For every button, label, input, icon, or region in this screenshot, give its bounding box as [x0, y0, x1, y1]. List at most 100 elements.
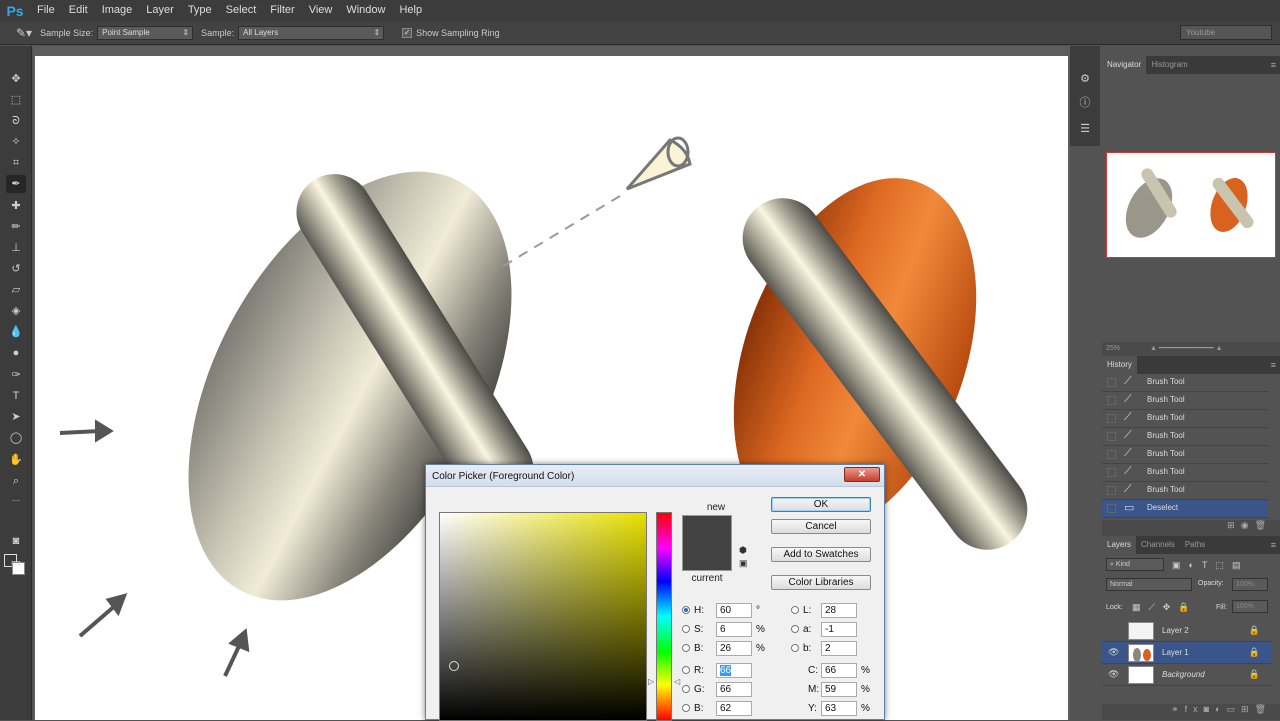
- more-tools-icon[interactable]: ⋯: [6, 492, 26, 510]
- brush-tool-icon[interactable]: ✏: [6, 218, 26, 236]
- tab-layers[interactable]: Layers: [1102, 536, 1137, 554]
- marquee-tool-icon[interactable]: ⬚: [6, 91, 26, 109]
- ok-button[interactable]: OK: [771, 497, 871, 512]
- snapshot-icon[interactable]: ◉: [1241, 520, 1255, 530]
- menu-help[interactable]: Help: [392, 0, 429, 21]
- saturation-input[interactable]: 6: [716, 622, 752, 637]
- tab-navigator[interactable]: Navigator: [1102, 56, 1147, 74]
- visibility-toggle[interactable]: ▢: [1108, 625, 1117, 636]
- fx-icon[interactable]: fx: [1185, 704, 1204, 714]
- layer-row[interactable]: 👁 Background 🔒: [1102, 664, 1272, 686]
- move-tool-icon[interactable]: ✥: [6, 70, 26, 88]
- magic-wand-tool-icon[interactable]: ✧: [6, 133, 26, 151]
- history-item[interactable]: ⟋ Brush Tool: [1102, 410, 1268, 428]
- red-radio[interactable]: [682, 666, 690, 674]
- link-icon[interactable]: ⚭: [1171, 704, 1185, 714]
- brightness-radio[interactable]: [682, 644, 690, 652]
- red-input[interactable]: 66: [716, 663, 752, 678]
- hue-slider-right-arrow[interactable]: ◁: [674, 677, 680, 686]
- menu-view[interactable]: View: [302, 0, 340, 21]
- zoom-tool-icon[interactable]: ⌕: [6, 472, 26, 490]
- delete-layer-icon[interactable]: 🗑: [1255, 704, 1272, 714]
- pen-tool-icon[interactable]: ✑: [6, 366, 26, 384]
- history-item[interactable]: ⟋ Brush Tool: [1102, 374, 1268, 392]
- hand-tool-icon[interactable]: ✋: [6, 451, 26, 469]
- yellow-input[interactable]: 63: [821, 701, 857, 716]
- menu-layer[interactable]: Layer: [139, 0, 181, 21]
- color-cursor[interactable]: [449, 661, 459, 671]
- layer-row-selected[interactable]: 👁 Layer 1 🔒: [1102, 642, 1272, 664]
- adjustment-icon[interactable]: ◐: [1215, 704, 1226, 714]
- lab-b-input[interactable]: 2: [821, 641, 857, 656]
- lasso-tool-icon[interactable]: ᘐ: [6, 112, 26, 130]
- lock-icons[interactable]: ▦⟋✥🔒: [1132, 602, 1198, 613]
- quick-mask-icon[interactable]: ◙: [6, 532, 26, 550]
- cyan-input[interactable]: 66: [821, 663, 857, 678]
- workspace-select[interactable]: Youtube: [1180, 25, 1272, 40]
- green-radio[interactable]: [682, 685, 690, 693]
- magenta-input[interactable]: 59: [821, 682, 857, 697]
- lab-l-radio[interactable]: [791, 606, 799, 614]
- trash-icon[interactable]: 🗑: [1255, 520, 1272, 530]
- hue-slider[interactable]: [656, 512, 672, 721]
- blue-radio[interactable]: [682, 704, 690, 712]
- lab-a-radio[interactable]: [791, 625, 799, 633]
- tab-history[interactable]: History: [1102, 356, 1137, 374]
- ellipse-tool-icon[interactable]: ◯: [6, 429, 26, 447]
- panel-menu-icon[interactable]: ≡: [1271, 56, 1276, 74]
- tab-channels[interactable]: Channels: [1136, 536, 1180, 554]
- type-tool-icon[interactable]: T: [6, 387, 26, 405]
- blur-tool-icon[interactable]: 💧: [6, 323, 26, 341]
- layer-filter-icons[interactable]: ▣◐T⬚▤: [1172, 560, 1248, 571]
- eraser-tool-icon[interactable]: ▱: [6, 281, 26, 299]
- navigator-thumbnail[interactable]: [1106, 152, 1276, 258]
- saturation-brightness-field[interactable]: [439, 512, 647, 721]
- tab-paths[interactable]: Paths: [1180, 536, 1210, 554]
- color-libraries-button[interactable]: Color Libraries: [771, 575, 871, 590]
- blue-input[interactable]: 62: [716, 701, 752, 716]
- history-item-selected[interactable]: ▭ Deselect: [1102, 500, 1268, 518]
- history-item[interactable]: ⟋ Brush Tool: [1102, 392, 1268, 410]
- brightness-input[interactable]: 26: [716, 641, 752, 656]
- web-color-cube-icon[interactable]: ⬢: [739, 545, 747, 556]
- dodge-tool-icon[interactable]: ●: [6, 344, 26, 362]
- history-item[interactable]: ⟋ Brush Tool: [1102, 428, 1268, 446]
- navigator-zoom[interactable]: 25% ▲ ━━━━━━━━━━━━━ ▲: [1102, 342, 1280, 356]
- opacity-input[interactable]: 100%: [1232, 578, 1268, 591]
- paint-bucket-tool-icon[interactable]: ◈: [6, 302, 26, 320]
- menu-filter[interactable]: Filter: [263, 0, 301, 21]
- history-item[interactable]: ⟋ Brush Tool: [1102, 464, 1268, 482]
- menu-type[interactable]: Type: [181, 0, 219, 21]
- saturation-radio[interactable]: [682, 625, 690, 633]
- menu-file[interactable]: File: [30, 0, 62, 21]
- dialog-title-bar[interactable]: Color Picker (Foreground Color) ✕: [426, 465, 884, 487]
- eye-icon[interactable]: 👁: [1108, 669, 1119, 680]
- layers-panel-menu-icon[interactable]: ≡: [1271, 536, 1276, 554]
- menu-window[interactable]: Window: [339, 0, 392, 21]
- path-selection-tool-icon[interactable]: ➤: [6, 408, 26, 426]
- cancel-button[interactable]: Cancel: [771, 519, 871, 534]
- healing-brush-tool-icon[interactable]: ✚: [6, 197, 26, 215]
- screen-mode-icon[interactable]: ▭: [6, 554, 26, 572]
- history-item[interactable]: ⟋ Brush Tool: [1102, 446, 1268, 464]
- menu-select[interactable]: Select: [219, 0, 264, 21]
- layer-filter-kind[interactable]: ⌕ Kind: [1106, 558, 1164, 571]
- folder-icon[interactable]: ▭: [1227, 704, 1242, 714]
- properties-icon[interactable]: ⚙: [1077, 72, 1093, 88]
- history-panel-menu-icon[interactable]: ≡: [1271, 356, 1276, 374]
- close-button[interactable]: ✕: [844, 467, 880, 482]
- mask-icon[interactable]: ◙: [1204, 704, 1215, 714]
- sample-size-select[interactable]: Point Sample: [97, 25, 194, 40]
- eye-icon[interactable]: 👁: [1108, 647, 1119, 658]
- lab-a-input[interactable]: -1: [821, 622, 857, 637]
- history-brush-tool-icon[interactable]: ↺: [6, 260, 26, 278]
- history-item[interactable]: ⟋ Brush Tool: [1102, 482, 1268, 500]
- brush-presets-icon[interactable]: ☰: [1077, 122, 1093, 138]
- green-input[interactable]: 66: [716, 682, 752, 697]
- lab-b-radio[interactable]: [791, 644, 799, 652]
- fill-input[interactable]: 100%: [1232, 600, 1268, 613]
- layer-row[interactable]: ▢ Layer 2 🔒: [1102, 620, 1272, 642]
- lab-l-input[interactable]: 28: [821, 603, 857, 618]
- hue-radio[interactable]: [682, 606, 690, 614]
- hue-slider-left-arrow[interactable]: ▷: [648, 677, 654, 686]
